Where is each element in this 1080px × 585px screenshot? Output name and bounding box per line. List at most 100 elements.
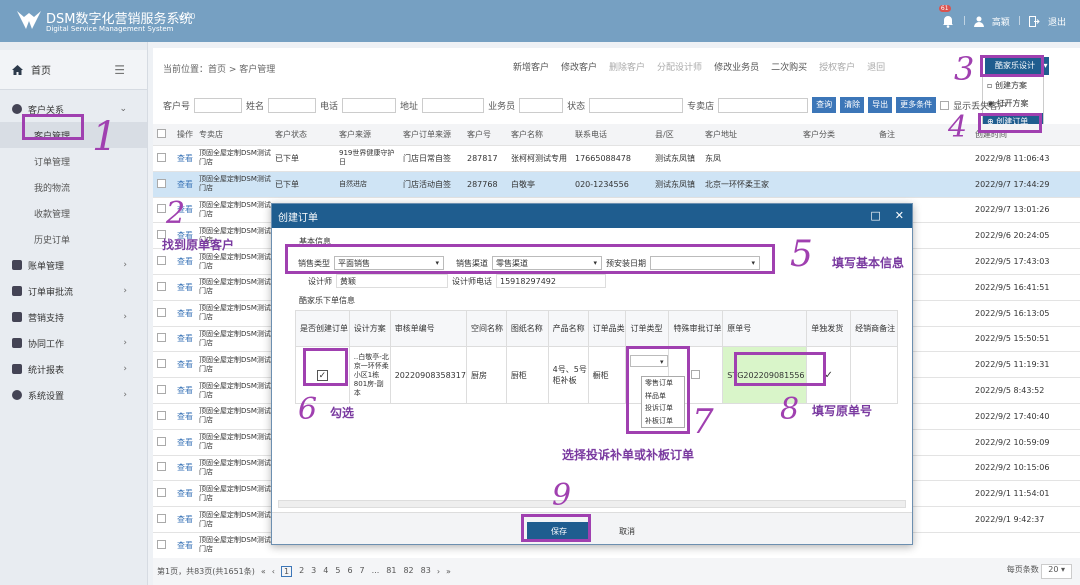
order-type-option[interactable]: 补板订单 xyxy=(645,415,684,428)
create-order-checkbox[interactable]: ✓ xyxy=(316,369,328,381)
salesman-select[interactable] xyxy=(519,97,564,113)
view-link[interactable]: 查看 xyxy=(173,488,195,499)
customer-no-input[interactable] xyxy=(194,97,243,113)
prev-page-icon[interactable]: ‹ xyxy=(272,567,275,576)
view-link[interactable]: 查看 xyxy=(173,179,195,190)
export-button[interactable]: 导出 xyxy=(868,97,893,113)
query-button[interactable]: 查询 xyxy=(812,97,837,113)
status-select[interactable] xyxy=(589,97,684,113)
page-number[interactable]: 7 xyxy=(360,566,365,577)
view-link[interactable]: 查看 xyxy=(173,437,195,448)
sales-type-select[interactable]: 平面销售 ▾ xyxy=(334,256,444,270)
row-checkbox[interactable] xyxy=(157,333,166,343)
create-plan-item[interactable]: ▫ 创建方案 xyxy=(983,77,1043,95)
row-checkbox[interactable] xyxy=(157,359,166,369)
view-link[interactable]: 查看 xyxy=(173,462,195,473)
page-number[interactable]: 4 xyxy=(323,566,328,577)
row-checkbox[interactable] xyxy=(157,436,166,446)
store-select[interactable] xyxy=(718,97,809,113)
order-type-option[interactable]: 样品单 xyxy=(645,390,684,403)
channel-select[interactable]: 零售渠道 ▾ xyxy=(492,256,602,270)
view-link[interactable]: 查看 xyxy=(173,411,195,422)
dialog-scrollbar[interactable] xyxy=(278,500,906,508)
order-type-option[interactable]: 零售订单 xyxy=(645,377,684,390)
sidebar-item-order-management[interactable]: 订单管理 xyxy=(0,148,147,174)
delete-customer-button[interactable]: 删除客户 xyxy=(609,60,645,73)
assign-designer-button[interactable]: 分配设计师 xyxy=(657,60,702,73)
page-number[interactable]: 81 xyxy=(386,566,396,577)
last-page-icon[interactable]: » xyxy=(446,567,451,576)
order-type-select[interactable]: ▾ xyxy=(630,355,669,367)
per-page-select[interactable]: 20 ▾ xyxy=(1041,564,1072,579)
sidebar-group-bills[interactable]: 账单管理 › xyxy=(0,252,147,278)
table-row[interactable]: 查看 顶固全屋定制DSM测试门店 已下单 自然进店 门店活动自签 287768 白敬亭 020… xyxy=(153,171,1080,198)
edit-salesman-button[interactable]: 修改业务员 xyxy=(714,60,759,73)
select-all-checkbox[interactable] xyxy=(157,129,166,138)
sidebar-group-reports[interactable]: 统计报表 › xyxy=(0,356,147,382)
designer-field[interactable]: 黄颖 xyxy=(336,274,448,288)
original-no-input[interactable]: STG202209081556 xyxy=(727,371,804,380)
page-number[interactable]: ... xyxy=(372,566,380,577)
install-date-select[interactable]: ▾ xyxy=(650,256,760,270)
ship-separately-checkbox[interactable]: ✓ xyxy=(824,370,832,381)
row-checkbox[interactable] xyxy=(157,204,166,214)
add-customer-button[interactable]: 新增客户 xyxy=(513,60,549,73)
logout-link[interactable]: 退出 xyxy=(1048,15,1066,28)
special-approval-checkbox[interactable] xyxy=(691,369,701,379)
save-button[interactable]: 保存 xyxy=(527,522,591,542)
page-number[interactable]: 1 xyxy=(280,566,293,577)
view-link[interactable]: 查看 xyxy=(173,540,195,551)
row-checkbox[interactable] xyxy=(157,462,166,472)
page-number[interactable]: 5 xyxy=(335,566,340,577)
view-link[interactable]: 查看 xyxy=(173,256,195,267)
phone-input[interactable] xyxy=(342,97,397,113)
view-link[interactable]: 查看 xyxy=(173,282,195,293)
user-name[interactable]: 高颖 xyxy=(992,15,1010,28)
bell-icon[interactable]: 61 xyxy=(938,5,955,28)
sidebar-group-approval[interactable]: 订单审批流 › xyxy=(0,278,147,304)
next-page-icon[interactable]: › xyxy=(437,567,440,576)
page-number[interactable]: 82 xyxy=(403,566,413,577)
sidebar-item-history-orders[interactable]: 历史订单 xyxy=(0,226,147,252)
sidebar-group-customer[interactable]: 客户关系 ⌄ xyxy=(0,96,147,122)
more-conditions-button[interactable]: 更多条件 xyxy=(896,97,937,113)
view-link[interactable]: 查看 xyxy=(173,385,195,396)
sidebar-group-settings[interactable]: 系统设置 › xyxy=(0,382,147,408)
page-number[interactable]: 6 xyxy=(347,566,352,577)
page-number[interactable]: 83 xyxy=(421,566,431,577)
edit-customer-button[interactable]: 修改客户 xyxy=(561,60,597,73)
kujiale-design-button[interactable]: 酷家乐设计 ▾ xyxy=(985,57,1049,75)
close-icon[interactable]: ✕ xyxy=(895,209,904,222)
sidebar-item-payments[interactable]: 收款管理 xyxy=(0,200,147,226)
view-link[interactable]: 查看 xyxy=(173,333,195,344)
view-link[interactable]: 查看 xyxy=(173,308,195,319)
row-checkbox[interactable] xyxy=(157,539,166,549)
order-type-option[interactable]: 投诉订单 xyxy=(645,402,684,415)
page-number[interactable]: 2 xyxy=(299,566,304,577)
table-row[interactable]: 查看 顶固全屋定制DSM测试门店 已下单 919世界健康守护日 门店日常自签 287817… xyxy=(153,146,1080,172)
row-checkbox[interactable] xyxy=(157,410,166,420)
row-checkbox[interactable] xyxy=(157,307,166,317)
name-input[interactable] xyxy=(268,97,317,113)
repurchase-button[interactable]: 二次购买 xyxy=(771,60,807,73)
row-checkbox[interactable] xyxy=(157,152,166,162)
row-checkbox[interactable] xyxy=(157,514,166,524)
view-link[interactable]: 查看 xyxy=(173,359,195,370)
view-link[interactable]: 查看 xyxy=(173,514,195,525)
address-input[interactable] xyxy=(422,97,485,113)
sidebar-home[interactable]: 首页 ☰ xyxy=(0,50,147,90)
row-checkbox[interactable] xyxy=(157,178,166,188)
page-number[interactable]: 3 xyxy=(311,566,316,577)
cancel-button[interactable]: 取消 xyxy=(602,522,652,542)
row-checkbox[interactable] xyxy=(157,385,166,395)
row-checkbox[interactable] xyxy=(157,488,166,498)
show-lost-checkbox[interactable] xyxy=(940,100,950,110)
sidebar-item-logistics[interactable]: 我的物流 xyxy=(0,174,147,200)
dealer-remark-cell[interactable] xyxy=(850,346,898,404)
collapse-icon[interactable]: ☰ xyxy=(114,63,125,77)
authorize-customer-button[interactable]: 授权客户 xyxy=(819,60,855,73)
row-checkbox[interactable] xyxy=(157,256,166,266)
view-link[interactable]: 查看 xyxy=(173,153,195,164)
sidebar-item-customer-management[interactable]: 客户管理 xyxy=(0,122,147,148)
maximize-icon[interactable]: □ xyxy=(870,209,880,222)
